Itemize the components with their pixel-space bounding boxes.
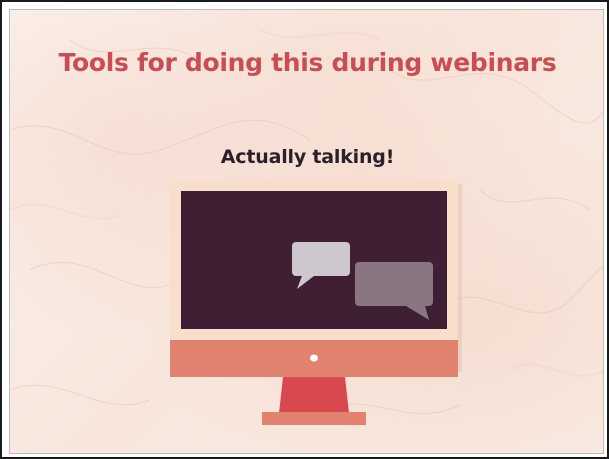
monitor-base — [262, 412, 366, 425]
power-indicator — [310, 354, 318, 362]
slide: Tools for doing this during webinars Act… — [9, 9, 604, 454]
monitor-stand — [279, 377, 349, 413]
slide-subtitle: Actually talking! — [220, 146, 395, 168]
slide-frame: Tools for doing this during webinars Act… — [0, 0, 609, 459]
slide-title: Tools for doing this during webinars — [58, 48, 557, 77]
monitor-icon — [170, 180, 462, 425]
